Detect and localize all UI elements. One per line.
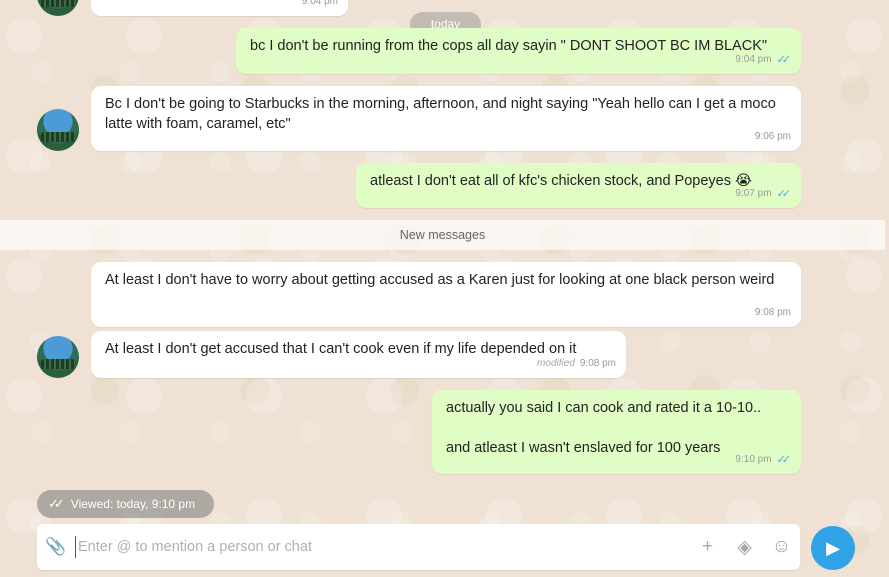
message-bubble-incoming: 9:04 pm: [91, 0, 348, 16]
paperclip-icon[interactable]: 📎: [37, 537, 75, 557]
message-time: 9:04 pm: [735, 54, 772, 65]
message-time: 9:04 pm: [301, 0, 338, 7]
message-text: actually you said I can cook and rated i…: [446, 400, 762, 456]
message-text: atleast I don't eat all of kfc's chicken…: [370, 173, 752, 189]
box-icon[interactable]: ◈: [726, 536, 763, 559]
message-time: 9:10 pm: [735, 454, 772, 465]
message-input[interactable]: [75, 536, 689, 558]
message-text: At least I don't have to worry about get…: [105, 272, 775, 288]
message-composer: 📎 + ◈ ☺: [37, 524, 800, 570]
avatar[interactable]: [37, 109, 79, 151]
message-bubble-incoming: At least I don't have to worry about get…: [91, 262, 801, 327]
message-time: 9:07 pm: [735, 188, 772, 199]
message-time: 9:08 pm: [579, 358, 616, 369]
message-text: bc I don't be running from the cops all …: [250, 38, 768, 54]
send-arrow-icon: ▶: [826, 537, 840, 558]
double-check-icon: ✓✓: [776, 54, 792, 66]
message-bubble-outgoing: atleast I don't eat all of kfc's chicken…: [356, 163, 801, 208]
message-bubble-outgoing: bc I don't be running from the cops all …: [236, 28, 801, 74]
viewed-status-text: Viewed: today, 9:10 pm: [70, 497, 196, 511]
modified-label: modified: [537, 358, 575, 369]
new-messages-divider: New messages: [0, 220, 885, 250]
message-bubble-incoming: Bc I don't be going to Starbucks in the …: [91, 86, 801, 151]
message-bubble-outgoing: actually you said I can cook and rated i…: [432, 390, 801, 474]
message-bubble-incoming: At least I don't get accused that I can'…: [91, 331, 626, 378]
avatar[interactable]: [37, 0, 79, 16]
double-check-icon: ✓✓: [48, 496, 65, 511]
emoji-icon[interactable]: ☺: [763, 536, 800, 558]
send-button[interactable]: ▶: [811, 526, 855, 570]
viewed-status: ✓✓ Viewed: today, 9:10 pm: [37, 490, 214, 518]
message-time: 9:06 pm: [754, 131, 791, 142]
message-time: 9:08 pm: [754, 307, 791, 318]
avatar[interactable]: [37, 336, 79, 378]
plus-icon[interactable]: +: [689, 536, 726, 558]
double-check-icon: ✓✓: [776, 188, 792, 200]
message-text: At least I don't get accused that I can'…: [105, 341, 577, 357]
double-check-icon: ✓✓: [776, 454, 792, 466]
message-text: Bc I don't be going to Starbucks in the …: [105, 96, 776, 132]
chat-area: 9:04 pm today bc I don't be running from…: [0, 0, 889, 577]
